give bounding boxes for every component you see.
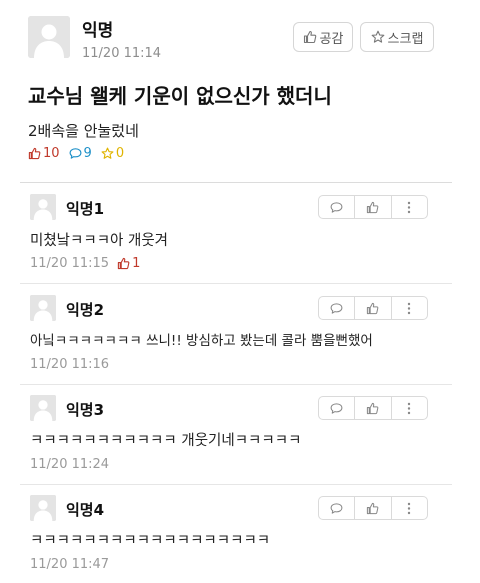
speech-bubble-icon <box>330 502 343 514</box>
comment-like-count: 1 <box>117 256 140 271</box>
comment-count: 9 <box>69 146 92 161</box>
comment-timestamp: 11/20 11:47 <box>30 557 110 572</box>
speech-bubble-icon <box>330 402 343 414</box>
thumbs-up-icon <box>367 402 379 414</box>
comment-text: 미쳤낰ㅋㅋㅋ아 개웃겨 <box>30 233 169 249</box>
comment-avatar <box>30 194 56 220</box>
like-button[interactable]: 공감 <box>293 22 353 52</box>
comment-actions <box>318 296 428 320</box>
post-avatar <box>28 16 70 58</box>
post-stats: 10 9 0 <box>28 146 133 161</box>
speech-bubble-icon <box>330 302 343 314</box>
comment-divider <box>20 484 452 485</box>
comment-author: 익명1 <box>66 200 105 218</box>
scrap-button-label: 스크랩 <box>387 31 424 47</box>
thumbs-up-icon <box>367 201 379 213</box>
speech-bubble-icon <box>330 201 343 213</box>
comment-avatar <box>30 395 56 421</box>
comment-like-count-value: 1 <box>132 256 141 271</box>
more-options-button[interactable] <box>392 297 427 319</box>
post-divider <box>20 182 452 183</box>
reply-button[interactable] <box>319 497 356 519</box>
comment-actions <box>318 396 428 420</box>
reply-button[interactable] <box>319 196 356 218</box>
post-timestamp: 11/20 11:14 <box>82 46 162 61</box>
more-vertical-icon <box>408 302 411 314</box>
comment-timestamp: 11/20 11:24 <box>30 457 110 472</box>
thumbs-up-icon <box>367 502 379 514</box>
comment-meta: 11/20 11:16 <box>30 357 109 372</box>
comment-count-value: 9 <box>83 146 92 161</box>
comment-divider <box>20 384 452 385</box>
comment-meta: 11/20 11:15 1 <box>30 256 140 271</box>
post-title: 교수님 왤케 기운이 없으신가 했더니 <box>28 84 332 108</box>
comment-meta: 11/20 11:24 <box>30 457 109 472</box>
post-author: 익명 <box>82 21 114 41</box>
user-avatar-icon <box>30 495 56 521</box>
comment-timestamp: 11/20 11:15 <box>30 256 110 271</box>
comment-like-button[interactable] <box>355 497 392 519</box>
thumbs-up-icon <box>28 147 41 160</box>
scrap-count-value: 0 <box>115 146 125 161</box>
reply-button[interactable] <box>319 397 356 419</box>
comment-author: 익명3 <box>66 401 105 419</box>
comment-actions <box>318 496 428 520</box>
more-options-button[interactable] <box>392 196 427 218</box>
like-button-label: 공감 <box>319 31 344 47</box>
comment-actions <box>318 195 428 219</box>
speech-bubble-icon <box>69 148 81 159</box>
comment-text: ㅋㅋㅋㅋㅋㅋㅋㅋㅋㅋㅋㅋㅋㅋㅋㅋㅋㅋ <box>30 533 271 549</box>
user-avatar-icon <box>30 295 56 321</box>
more-vertical-icon <box>408 402 411 414</box>
comment-timestamp: 11/20 11:16 <box>30 357 110 372</box>
star-icon <box>371 30 384 43</box>
comment-divider <box>20 283 452 284</box>
reply-button[interactable] <box>319 297 356 319</box>
more-options-button[interactable] <box>392 397 427 419</box>
star-icon <box>101 147 114 159</box>
like-count-value: 10 <box>43 146 60 161</box>
scrap-button[interactable]: 스크랩 <box>360 22 434 52</box>
comment-like-button[interactable] <box>355 397 392 419</box>
more-vertical-icon <box>408 502 411 514</box>
thumbs-up-icon <box>367 302 379 314</box>
thumbs-up-icon <box>303 30 316 44</box>
more-options-button[interactable] <box>392 497 427 519</box>
comment-author: 익명2 <box>66 301 105 319</box>
comment-author: 익명4 <box>66 501 105 519</box>
post-body: 2배속을 안눌렀네 <box>28 122 139 140</box>
scrap-count: 0 <box>101 146 124 161</box>
comment-text: 아닠ㅋㅋㅋㅋㅋㅋㅋ 쓰니!! 방심하고 봤는데 콜라 뿜을뻔했어 <box>30 333 373 349</box>
more-vertical-icon <box>408 201 411 213</box>
comment-avatar <box>30 295 56 321</box>
comment-text: ㅋㅋㅋㅋㅋㅋㅋㅋㅋㅋㅋ 개웃기네ㅋㅋㅋㅋㅋ <box>30 433 302 449</box>
user-avatar-icon <box>30 395 56 421</box>
thumbs-up-icon <box>117 257 130 270</box>
comment-meta: 11/20 11:47 <box>30 557 109 572</box>
like-count: 10 <box>28 146 60 161</box>
user-avatar-icon <box>30 194 56 220</box>
comment-like-button[interactable] <box>355 297 392 319</box>
user-avatar-icon <box>28 16 70 58</box>
comment-avatar <box>30 495 56 521</box>
comment-like-button[interactable] <box>355 196 392 218</box>
